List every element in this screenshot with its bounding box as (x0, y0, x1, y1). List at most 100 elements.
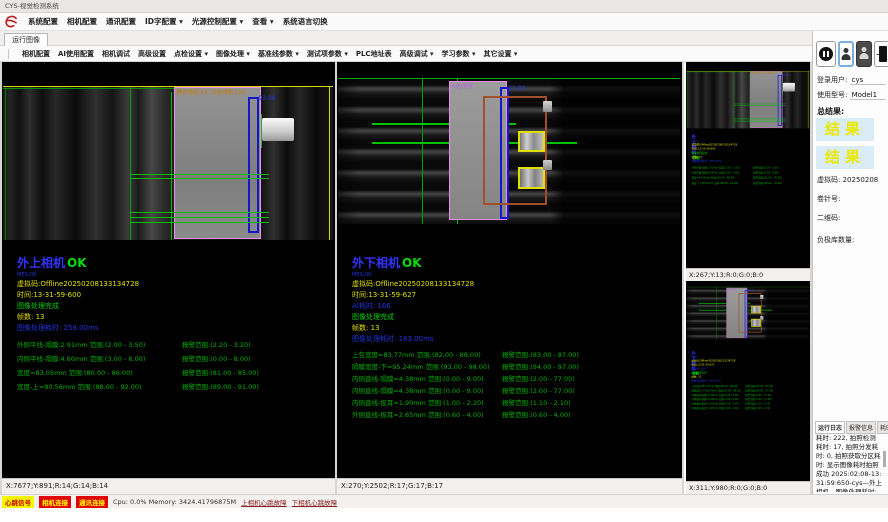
measurement-row: 外侧平线-隔膜:2.91mm 范围:(2.00 - 3.50)报警范围:(2.2… (17, 338, 329, 352)
toolbar-grip (8, 49, 12, 59)
green-hline-4 (130, 217, 269, 218)
sidebar-button-row: → (816, 41, 888, 67)
blue-value-text: 23.80 (508, 85, 525, 92)
model-field[interactable]: Model1 (850, 91, 886, 100)
camera-view-lower[interactable]: AI检测框 23.80 外下相机OK MES:OK 虚拟码:Offline202… (337, 62, 682, 478)
app-window: CYS-视觉检测系统 系统配置 相机配置 通讯配置 ID字配置 ▾ 光源控制配置… (0, 0, 888, 522)
negative-stock-label: 负极库数量: (817, 235, 854, 245)
tool-ai-config[interactable]: AI使用配置 (58, 49, 94, 59)
measurement-row: 内侧直线-极耳=1.90mm 范围:(1.00 - 2.20)报警范围:(1.1… (352, 397, 676, 409)
tab-run-log[interactable]: 运行日志 (815, 421, 845, 434)
tab-strip: 运行图像 (0, 31, 888, 46)
pixel-coordinate-status-lower: X:270;Y:2502;R:17;G:17;B:17 (337, 478, 682, 494)
frame-count-text: 帧数: 13 (352, 323, 676, 334)
camera-image-lower[interactable]: AI检测框 23.80 (686, 287, 809, 340)
green-vertical-line-1 (422, 78, 423, 224)
tool-test-params[interactable]: 测试项参数 ▾ (307, 49, 348, 59)
tool-plc-address[interactable]: PLC地址表 (356, 49, 392, 59)
ai-time-text: AI耗时: 166 (352, 301, 676, 312)
tab-timing-info[interactable]: 耗时信息 (877, 421, 888, 434)
comm-connection-badge: 通讯连接 (76, 496, 108, 508)
window-title: CYS-视觉检测系统 (5, 2, 59, 10)
menu-system-config[interactable]: 系统配置 (28, 16, 58, 27)
tool-advanced-debug[interactable]: 高级调试 ▾ (400, 49, 434, 59)
right-sidebar: → 登录用户: cys 使用型号: Model1 总结果: 结果 结果 虚拟码:… (812, 31, 888, 494)
menu-light-config[interactable]: 光源控制配置 ▾ (192, 16, 243, 27)
tool-other-settings[interactable]: 其它设置 ▾ (483, 49, 517, 59)
menu-id-config[interactable]: ID字配置 ▾ (145, 16, 183, 27)
mes-status-text: MES:OK (17, 272, 329, 279)
menu-comm-config[interactable]: 通讯配置 (106, 16, 136, 27)
green-hline-1 (130, 174, 269, 175)
pause-icon (819, 47, 833, 61)
menu-view[interactable]: 查看 ▾ (252, 16, 273, 27)
tool-baseline-params[interactable]: 基准线参数 ▾ (258, 49, 299, 59)
yellow-reference-line (3, 86, 333, 87)
tool-advanced-settings[interactable]: 高级设置 (138, 49, 166, 59)
mini-status-lower: X:311;Y:980;R:0;G:0;B:0 (686, 481, 810, 494)
camera-view-upper[interactable]: 静态阈值:93, 动态阈值:100 93.88 外上相机OK (2, 62, 335, 478)
process-done-text: 图像处理完成 (352, 312, 676, 323)
green-hline-5 (130, 222, 269, 223)
tab-alarm-info[interactable]: 报警信息 (846, 421, 876, 434)
mini-preview-column: 静态阈值:93, 动态阈值:100 93.88 外上相机OK (684, 62, 810, 494)
log-scrollbar[interactable] (883, 451, 886, 467)
log-text-area: 耗时: 222, 拍照检测耗时: 17, 拍照分发耗时: 0, 拍照获取分区耗时… (816, 434, 882, 492)
login-user-field[interactable]: cys (850, 76, 886, 85)
cpu-memory-text: Cpu: 0.0% Memory: 3424.41796875M (113, 498, 236, 506)
result-text-block-upper: 外上相机OK MES:OK 虚拟码:Offline202502081331347… (17, 256, 329, 394)
lower-camera-fault-link[interactable]: 下相机心跳故障 (292, 497, 338, 507)
result-display-lower: 结果 (816, 146, 874, 169)
time-text: 时间:13-31-59-600 (17, 290, 329, 301)
mini-preview-upper[interactable]: 静态阈值:93, 动态阈值:100 93.88 外上相机OK (686, 62, 810, 268)
tab-run-image[interactable]: 运行图像 (4, 33, 48, 47)
measurement-row: 内侧平线-隔膜:4.60mm 范围:(3.00 - 6.00)报警范围:(0.0… (17, 352, 329, 366)
mini-preview-lower[interactable]: AI检测框 23.80 外下相机OK MES:OK 虚拟码:Offline202… (686, 281, 810, 481)
threshold-overlay-text: 静态阈值:93, 动态阈值:100 (177, 88, 246, 96)
menu-language-switch[interactable]: 系统语言切换 (283, 16, 328, 27)
pixel-coordinate-status-upper: X:7677;Y:891;R:14;G:14;B:14 (2, 478, 335, 494)
camera-image-upper[interactable]: 静态阈值:93, 动态阈值:100 93.88 (3, 86, 333, 240)
user-login-button[interactable] (838, 41, 854, 67)
virtual-code-row: 虚拟码: 20250208 (817, 175, 878, 185)
time-text: 时间:13-31-59-627 (352, 290, 676, 301)
result-display-upper: 结果 (816, 118, 874, 141)
operator-button[interactable] (856, 41, 872, 67)
camera-connection-badge: 相机连接 (39, 496, 71, 508)
tool-spot-check[interactable]: 点检设置 ▾ (174, 49, 208, 59)
toolbar: 相机配置 AI使用配置 相机调试 高级设置 点检设置 ▾ 图像处理 ▾ 基准线参… (0, 46, 888, 62)
log-tab-bar: 运行日志 报警信息 耗时信息 (815, 421, 888, 434)
result-text-block-lower: 外下相机OK MES:OK 虚拟码:Offline202502081331347… (352, 256, 676, 421)
camera-image-lower[interactable]: AI检测框 23.80 (338, 78, 680, 224)
tab-yellow-rect-2 (518, 167, 545, 189)
tool-image-processing[interactable]: 图像处理 ▾ (216, 49, 250, 59)
total-result-label: 总结果: (817, 106, 844, 117)
exit-button[interactable]: → (874, 41, 888, 67)
upper-camera-fault-link[interactable]: 上相机心跳故障 (241, 497, 287, 507)
measurement-row: 宽度=83.05mm 范围:(80.00 - 86.00)报警范围:(81.00… (17, 366, 329, 380)
green-edge-line (5, 88, 6, 240)
measurement-list: 外侧平线-隔膜:2.91mm 范围:(2.00 - 3.50)报警范围:(2.2… (17, 338, 329, 394)
virtual-code-value: 20250208 (843, 176, 879, 184)
title-bar: CYS-视觉检测系统 (0, 0, 888, 13)
blue-value-text: 93.88 (258, 95, 275, 102)
elapsed-text: 图像处理耗时: 258.00ms (17, 323, 329, 334)
barcode-text: 虚拟码:Offline20250208133134728 (17, 279, 329, 290)
exit-door-icon (879, 46, 887, 62)
tab-connector-part (262, 118, 293, 141)
threshold-overlay-text: 静态阈值:93, 动态阈值:100 (751, 72, 777, 75)
measurement-row: 外侧直线-极耳=2.65mm 范围:(0.60 - 4.00)报警范围:(0.6… (352, 409, 676, 421)
tab-connector-part (783, 83, 795, 92)
menu-camera-config[interactable]: 相机配置 (67, 16, 97, 27)
pause-button[interactable] (816, 41, 836, 67)
user-icon (844, 48, 849, 53)
pin-number-label: 卷针号: (817, 194, 840, 204)
camera-image-upper[interactable]: 静态阈值:93, 动态阈值:100 93.88 (686, 71, 809, 128)
mes-status-text: MES:OK (352, 272, 676, 279)
yellow-right-line (329, 86, 330, 240)
tool-camera-config[interactable]: 相机配置 (22, 49, 50, 59)
tool-learning-params[interactable]: 学习参数 ▾ (442, 49, 476, 59)
measurement-row: 宽度-上=90.56mm 范围:(88.00 - 92.00)报警范围:(89.… (17, 380, 329, 394)
tool-camera-debug[interactable]: 相机调试 (102, 49, 130, 59)
metal-clip-1 (543, 101, 552, 111)
